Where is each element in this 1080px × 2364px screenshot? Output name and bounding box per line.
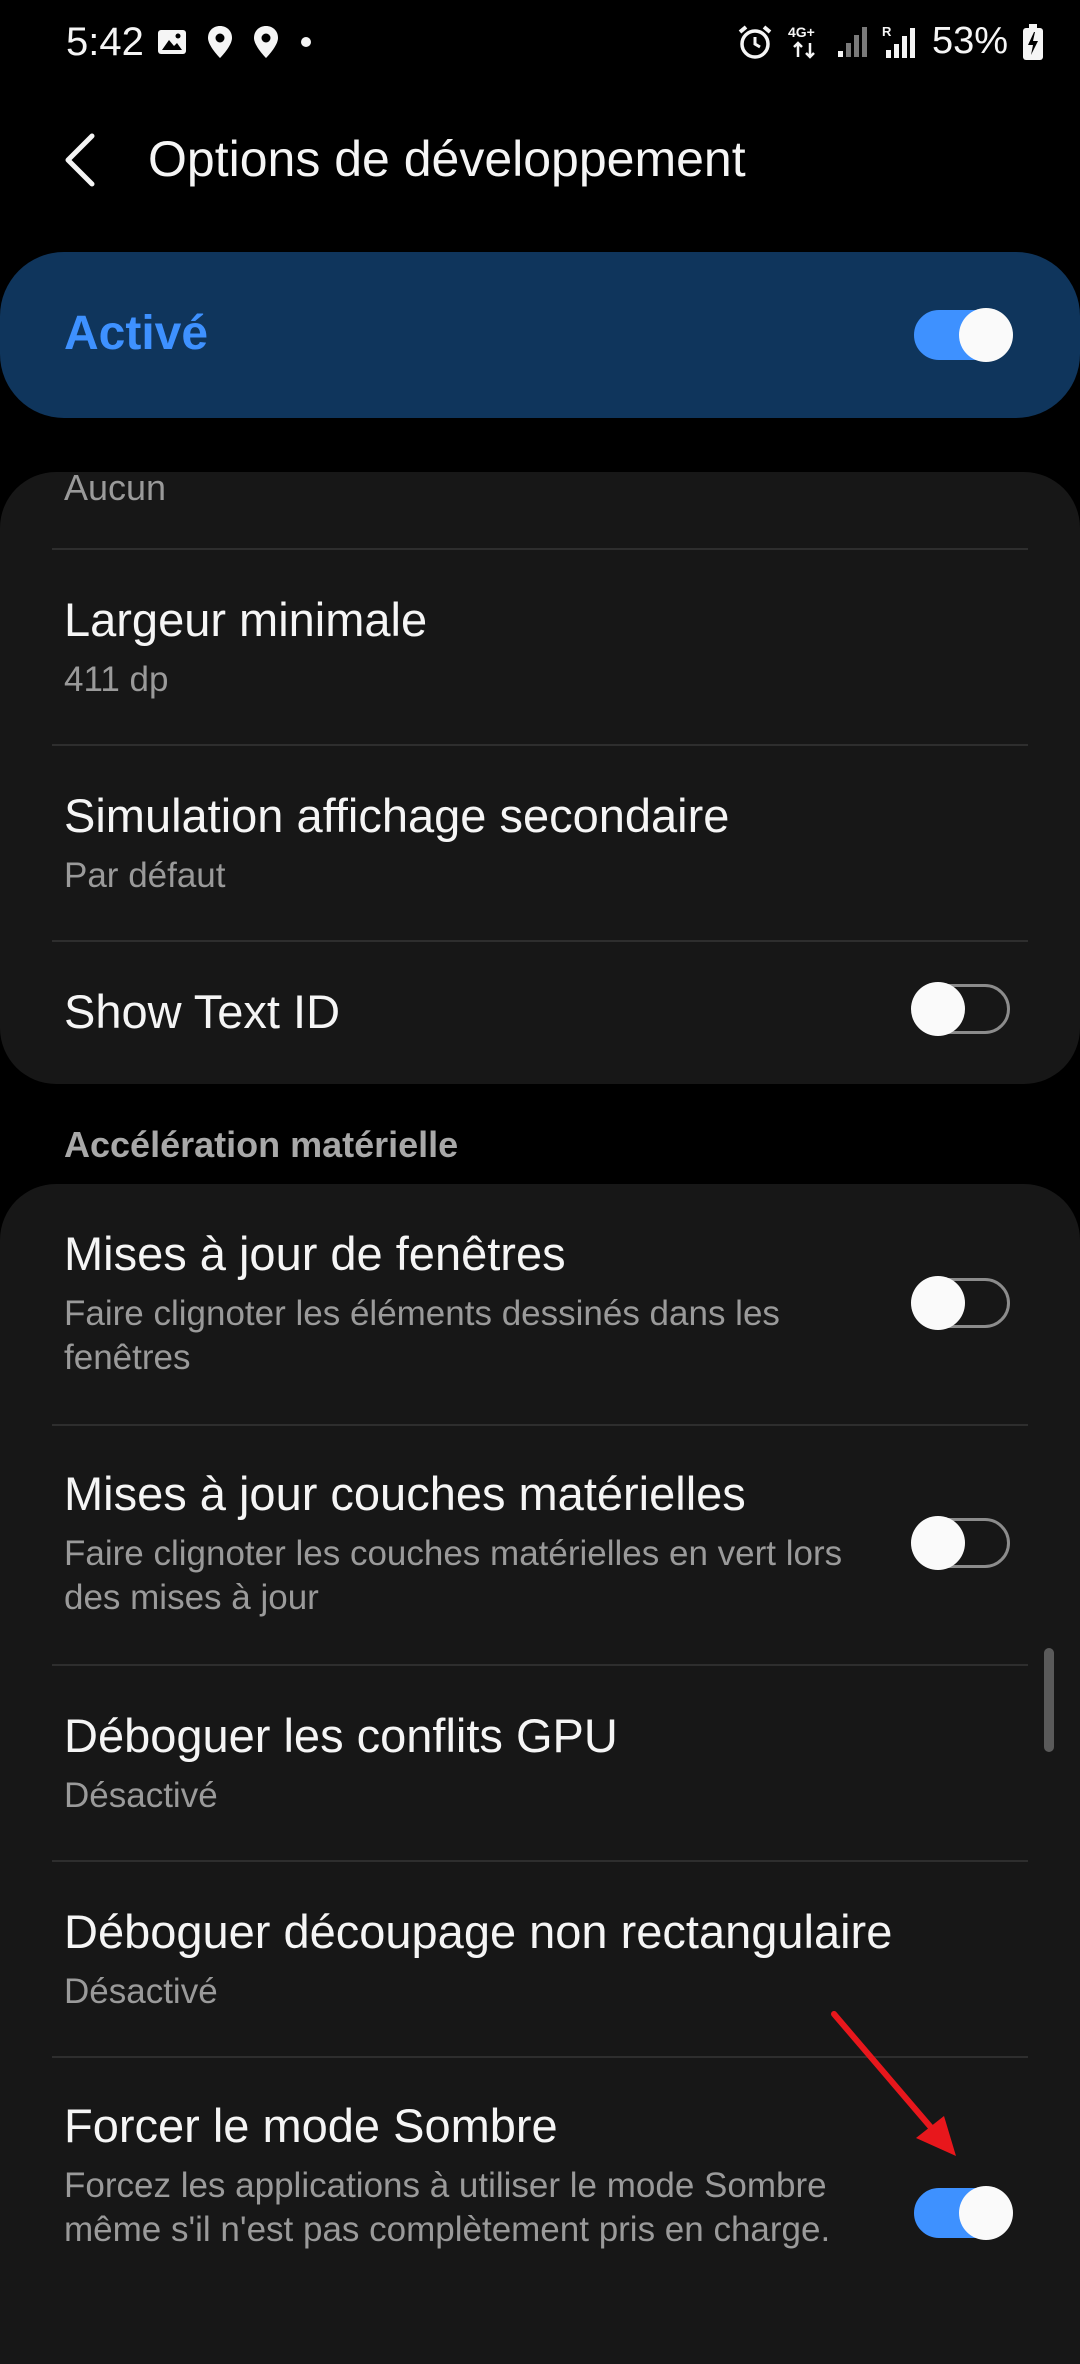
- setting-title: Mises à jour couches matérielles: [64, 1467, 746, 1520]
- setting-subtitle: Par défaut: [64, 856, 226, 895]
- setting-debug-gpu-overdraw[interactable]: Déboguer les conflits GPU Désactivé: [0, 1666, 1080, 1860]
- scrollbar[interactable]: [1044, 1648, 1054, 1752]
- setting-title: Déboguer les conflits GPU: [64, 1709, 618, 1762]
- app-header: Options de développement: [0, 110, 1080, 210]
- image-icon: [158, 30, 186, 54]
- chevron-left-icon: [65, 133, 95, 187]
- force-dark-mode-toggle[interactable]: [914, 2186, 1013, 2240]
- window-updates-toggle[interactable]: [911, 1276, 1010, 1330]
- setting-subtitle: 411 dp: [64, 660, 169, 699]
- master-switch-label: Activé: [64, 307, 209, 360]
- master-toggle[interactable]: [914, 308, 1013, 362]
- setting-subtitle: Faire clignoter les éléments dessinés da…: [64, 1294, 780, 1377]
- setting-title: Show Text ID: [64, 985, 341, 1038]
- toggle-knob: [911, 1516, 965, 1570]
- toggle-knob: [911, 982, 965, 1036]
- setting-title: Forcer le mode Sombre: [64, 2099, 558, 2152]
- battery-charging-icon: [1023, 23, 1043, 60]
- back-button[interactable]: [52, 128, 116, 192]
- setting-secondary-display-simulation[interactable]: Simulation affichage secondaire Par défa…: [0, 746, 1080, 940]
- toggle-knob: [911, 1276, 965, 1330]
- hardware-layer-updates-toggle[interactable]: [911, 1516, 1010, 1570]
- partial-item-value: Aucun: [64, 472, 167, 508]
- show-text-id-toggle[interactable]: [911, 982, 1010, 1036]
- setting-title: Mises à jour de fenêtres: [64, 1227, 566, 1280]
- 4g-plus-data-icon: 4G+: [788, 24, 815, 59]
- status-left-icons: [156, 24, 314, 60]
- location-pin-icon: [254, 26, 278, 58]
- toggle-knob: [959, 2186, 1013, 2240]
- dot-icon: [301, 37, 311, 47]
- setting-subtitle: Forcez les applications à utiliser le mo…: [64, 2166, 831, 2249]
- setting-smallest-width[interactable]: Largeur minimale 411 dp: [0, 550, 1080, 744]
- settings-card-display: Aucun Largeur minimale 411 dp Simulation…: [0, 472, 1080, 1084]
- location-pin-icon: [208, 26, 232, 58]
- settings-card-hardware: Mises à jour de fenêtres Faire clignoter…: [0, 1184, 1080, 2364]
- setting-title: Déboguer découpage non rectangulaire: [64, 1905, 893, 1958]
- page-title: Options de développement: [148, 131, 746, 187]
- status-bar: 5:42 4G+ R 53%: [0, 0, 1080, 86]
- network-label: 4G+: [788, 24, 815, 40]
- battery-percentage: 53%: [931, 20, 1008, 62]
- setting-hardware-layer-updates[interactable]: Mises à jour couches matérielles Faire c…: [0, 1426, 1080, 1664]
- toggle-knob: [959, 308, 1013, 362]
- status-time: 5:42: [66, 20, 144, 64]
- master-switch-bar[interactable]: Activé: [0, 252, 1080, 418]
- setting-subtitle: Désactivé: [64, 1972, 218, 2011]
- setting-title: Simulation affichage secondaire: [64, 789, 730, 842]
- roaming-label: R: [882, 24, 892, 39]
- status-right-icons: 4G+ R 53%: [736, 20, 1044, 63]
- alarm-icon: [738, 24, 772, 59]
- setting-subtitle: Faire clignoter les couches matérielles …: [64, 1534, 843, 1617]
- signal-icon: [837, 26, 867, 57]
- setting-title: Largeur minimale: [64, 593, 428, 646]
- setting-subtitle: Désactivé: [64, 1776, 218, 1815]
- setting-show-text-id[interactable]: Show Text ID: [0, 942, 1080, 1084]
- setting-window-updates[interactable]: Mises à jour de fenêtres Faire clignoter…: [0, 1184, 1080, 1424]
- red-arrow-annotation: [831, 2011, 956, 2156]
- signal-roaming-icon: R: [882, 24, 915, 58]
- section-header-hardware-acceleration: Accélération matérielle: [64, 1124, 459, 1165]
